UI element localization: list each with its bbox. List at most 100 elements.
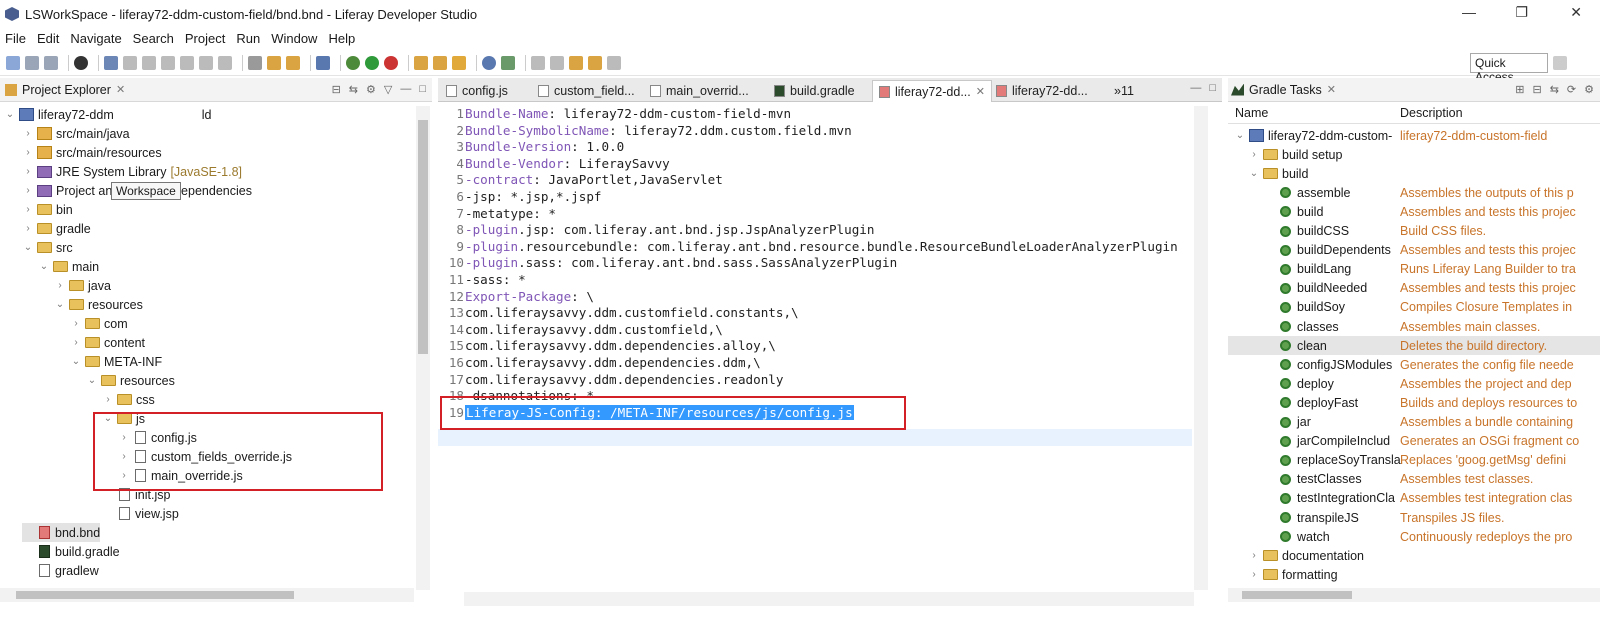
gradle-tree-item[interactable]: transpileJS Transpiles JS files. [1228,508,1600,527]
chevron-right-icon[interactable]: › [22,128,34,139]
chevron-right-icon[interactable]: › [54,280,66,291]
gradle-hscroll-thumb[interactable] [1242,591,1352,599]
menu-project[interactable]: Project [185,31,225,46]
close-icon[interactable]: ✕ [116,83,125,96]
open-type-icon[interactable] [414,55,428,70]
minimize-editor-icon[interactable]: — [1190,82,1201,94]
gradle-tree-item[interactable]: clean Deletes the build directory. [1228,336,1600,356]
chevron-down-icon[interactable]: ⌄ [38,261,50,272]
globe-icon[interactable] [482,55,496,70]
gradle-tree-item[interactable]: ⌄ liferay72-ddm-custom-liferay72-ddm-cust… [1228,126,1600,145]
tree-item[interactable]: ⌄ main [38,257,99,276]
gradle-tree-item[interactable]: replaceSoyTransla Replaces 'goog.getMsg' … [1228,451,1600,470]
gradle-tree-item[interactable]: configJSModules Generates the config file… [1228,355,1600,374]
quick-access-field[interactable]: Quick Access [1470,53,1548,84]
external-tools-icon[interactable] [384,55,398,70]
tree-item[interactable]: › bin [22,200,72,219]
tree-item[interactable]: ⌄ src [22,238,73,257]
back-icon[interactable] [588,55,602,70]
annotation-icon[interactable] [531,55,545,70]
tools-icon[interactable] [267,55,281,70]
editor-horizontal-scrollbar[interactable] [464,592,1194,606]
gradle-tree-item[interactable]: › documentation [1228,546,1600,565]
chevron-right-icon[interactable]: › [22,223,34,234]
gradle-tree-item[interactable]: classes Assembles main classes. [1228,317,1600,336]
forward-icon[interactable] [607,55,621,70]
chevron-right-icon[interactable]: › [70,337,82,348]
name-column-header[interactable]: Name [1235,106,1268,120]
link-editor-icon[interactable]: ⇆ [349,83,358,96]
editor-tab[interactable]: build.gradle [768,80,861,102]
gradle-tree-item[interactable]: › formatting [1228,565,1600,584]
chevron-right-icon[interactable]: › [22,204,34,215]
menu-help[interactable]: Help [328,31,355,46]
collapse-icon[interactable]: ⊟ [1532,83,1541,96]
chevron-right-icon[interactable]: › [22,147,34,158]
gradle-tree-item[interactable]: testIntegrationCla Assembles test integra… [1228,489,1600,508]
gradle-tree-item[interactable]: buildLang Runs Liferay Lang Builder to tr… [1228,260,1600,279]
maximize-view-icon[interactable]: □ [419,83,426,96]
disconnect-icon[interactable] [180,55,194,70]
chevron-right-icon[interactable]: › [102,394,114,405]
tasks-icon[interactable] [452,55,466,70]
chevron-right-icon[interactable]: › [1248,569,1260,580]
tree-item[interactable]: › css [102,390,154,409]
server-icon[interactable] [316,55,330,70]
explorer-hscroll-thumb[interactable] [16,591,294,599]
save-icon[interactable] [25,55,39,70]
tree-item[interactable]: bnd.bnd [22,523,101,542]
tree-item[interactable]: › src/main/java [22,124,129,143]
editor-tab[interactable]: config.js [440,80,514,102]
tree-item[interactable]: › gradle [22,219,90,238]
view-menu-icon[interactable]: ▽ [384,83,392,96]
chevron-right-icon[interactable]: › [22,185,34,196]
chevron-down-icon[interactable]: ⌄ [4,109,16,120]
editor-tab[interactable]: main_overrid... [644,80,755,102]
tree-item[interactable]: ⌄ META-INF [70,352,162,371]
gradle-tree-item[interactable]: buildDependents Assembles and tests this … [1228,241,1600,260]
open-resource-icon[interactable] [433,55,447,70]
close-tab-icon[interactable]: ✕ [976,85,985,98]
gradle-tree-item[interactable]: assemble Assembles the outputs of this p [1228,183,1600,202]
editor-tab[interactable]: liferay72-dd... ✕ [872,80,992,102]
gradle-tree-item[interactable]: buildCSS Build CSS files. [1228,222,1600,241]
pin-icon[interactable] [501,55,515,70]
explorer-vertical-scrollbar[interactable] [416,106,430,590]
gradle-tree-item[interactable]: buildNeeded Assembles and tests this proj… [1228,279,1600,298]
tree-item[interactable]: › content [70,333,145,352]
step-into-icon[interactable] [199,55,213,70]
description-column-header[interactable]: Description [1400,106,1463,120]
new-icon[interactable] [6,55,20,70]
tree-item[interactable]: ⌄ resources [86,371,175,390]
build-icon[interactable] [286,55,300,70]
liferay-icon[interactable] [74,55,88,70]
tree-item[interactable]: ⌄ resources [54,295,143,314]
step-icon[interactable] [123,55,137,70]
last-edit-icon[interactable] [569,55,583,70]
chevron-down-icon[interactable]: ⌄ [22,242,34,253]
menu-edit[interactable]: Edit [37,31,59,46]
editor-tab[interactable]: liferay72-dd... [990,80,1094,102]
next-annotation-icon[interactable] [550,55,564,70]
maximize-editor-icon[interactable]: □ [1209,82,1216,94]
gradle-tree-item[interactable]: watch Continuously redeploys the pro [1228,527,1600,546]
run-icon[interactable] [365,55,379,70]
chevron-right-icon[interactable]: › [70,318,82,329]
save-all-icon[interactable] [44,55,58,70]
minimize-icon[interactable]: — [1462,4,1476,20]
debug-icon[interactable] [346,55,360,70]
chevron-down-icon[interactable]: ⌄ [1248,168,1260,179]
chevron-right-icon[interactable]: › [1248,149,1260,160]
tree-item[interactable]: › java [54,276,111,295]
console-icon[interactable] [104,55,118,70]
chevron-right-icon[interactable]: › [22,166,34,177]
editor-tab[interactable]: custom_field... [532,80,641,102]
code-editor[interactable]: 1 Bundle-Name: liferay72-ddm-custom-field… [438,105,1192,590]
menu-window[interactable]: Window [271,31,317,46]
link-icon[interactable]: ⇆ [1550,83,1559,96]
minimize-view-icon[interactable]: — [400,83,411,96]
menu-run[interactable]: Run [236,31,260,46]
gradle-tree-item[interactable]: ⌄ build [1228,164,1600,183]
expand-icon[interactable]: ⊞ [1515,83,1524,96]
gradle-tree-item[interactable]: › build setup [1228,145,1600,164]
